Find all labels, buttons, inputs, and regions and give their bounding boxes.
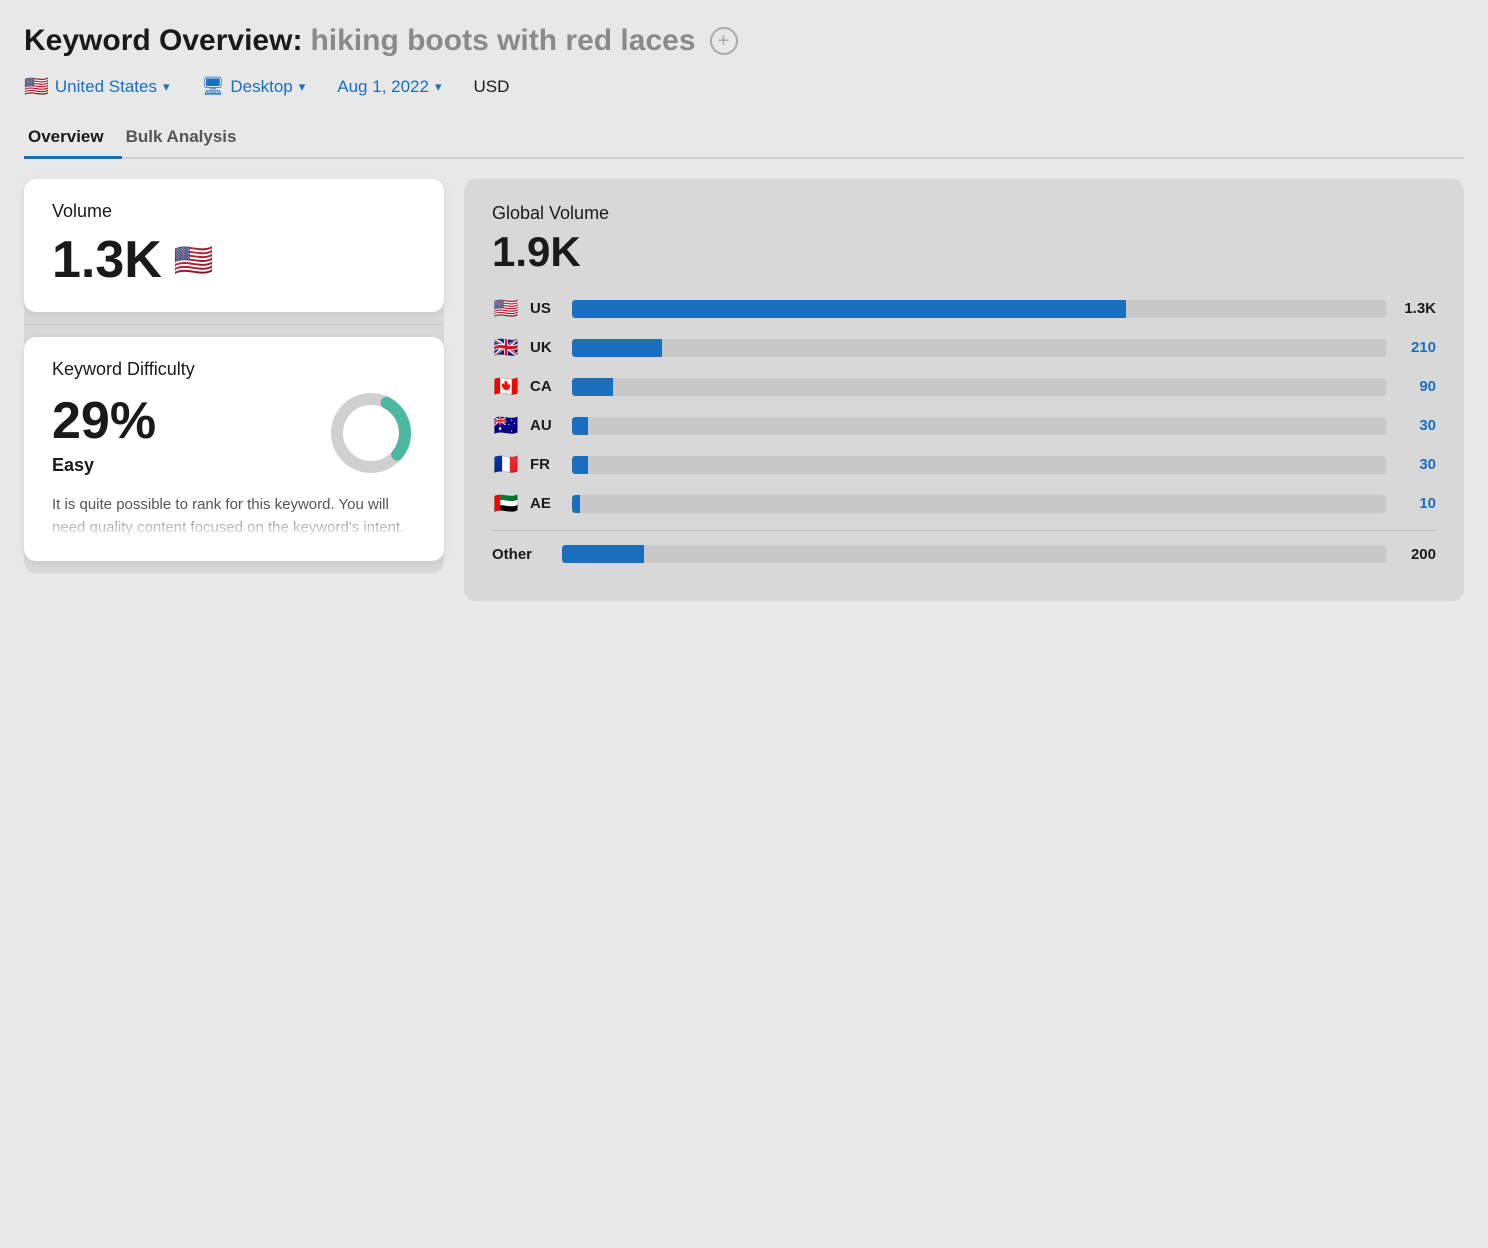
country-rows-container: 🇺🇸 US 1.3K 🇬🇧 UK 210 🇨🇦 CA 90 🇦🇺 AU — [492, 296, 1436, 516]
bar-container-ca — [572, 378, 1386, 396]
bar-fill-fr — [572, 456, 588, 474]
other-bar — [562, 545, 1386, 563]
bar-container-au — [572, 417, 1386, 435]
volume-value: 1.3K 🇺🇸 — [52, 230, 416, 290]
country-value-fr: 30 — [1396, 456, 1436, 473]
country-flag-ae: 🇦🇪 — [492, 491, 520, 516]
tab-overview[interactable]: Overview — [24, 119, 122, 157]
kd-description: It is quite possible to rank for this ke… — [52, 494, 416, 539]
country-row: 🇺🇸 US 1.3K — [492, 296, 1436, 321]
kd-donut-chart — [326, 388, 416, 478]
global-volume-value: 1.9K — [492, 228, 1436, 276]
header: Keyword Overview: hiking boots with red … — [24, 24, 1464, 58]
tab-bulk-analysis[interactable]: Bulk Analysis — [122, 119, 255, 157]
date-filter[interactable]: Aug 1, 2022 ▾ — [337, 77, 441, 97]
country-flag-fr: 🇫🇷 — [492, 452, 520, 477]
kd-card-label: Keyword Difficulty — [52, 359, 416, 380]
date-chevron-icon: ▾ — [435, 79, 442, 95]
page-wrapper: Keyword Overview: hiking boots with red … — [24, 24, 1464, 601]
country-code-fr: FR — [530, 456, 562, 473]
add-keyword-icon[interactable]: + — [710, 27, 738, 55]
device-label: Desktop — [230, 77, 292, 97]
cards-divider — [24, 324, 444, 325]
volume-card: Volume 1.3K 🇺🇸 — [24, 179, 444, 312]
date-label: Aug 1, 2022 — [337, 77, 429, 97]
currency-label: USD — [474, 77, 510, 97]
bar-container-us — [572, 300, 1386, 318]
country-chevron-icon: ▾ — [163, 79, 170, 95]
other-bar-fill — [562, 545, 644, 563]
bar-fill-au — [572, 417, 588, 435]
country-flag-us: 🇺🇸 — [492, 296, 520, 321]
device-filter[interactable]: 🖥 Desktop ▾ — [202, 76, 306, 97]
bar-container-uk — [572, 339, 1386, 357]
country-code-au: AU — [530, 417, 562, 434]
country-value-au: 30 — [1396, 417, 1436, 434]
device-chevron-icon: ▾ — [299, 79, 306, 95]
other-divider — [492, 530, 1436, 531]
country-value-uk: 210 — [1396, 339, 1436, 356]
kd-percentage: 29% — [52, 391, 306, 451]
other-value: 200 — [1396, 546, 1436, 563]
country-row: 🇨🇦 CA 90 — [492, 374, 1436, 399]
country-row: 🇦🇺 AU 30 — [492, 413, 1436, 438]
bar-container-ae — [572, 495, 1386, 513]
other-label: Other — [492, 546, 552, 563]
country-label: United States — [55, 77, 157, 97]
currency-display: USD — [474, 77, 510, 97]
country-row: 🇦🇪 AE 10 — [492, 491, 1436, 516]
country-value-us: 1.3K — [1396, 300, 1436, 317]
other-row: Other 200 — [492, 545, 1436, 563]
country-flag: 🇺🇸 — [24, 74, 49, 99]
bar-fill-uk — [572, 339, 662, 357]
global-volume-label: Global Volume — [492, 203, 1436, 224]
volume-flag: 🇺🇸 — [174, 241, 214, 279]
bar-fill-ae — [572, 495, 580, 513]
country-flag-uk: 🇬🇧 — [492, 335, 520, 360]
global-volume-card: Global Volume 1.9K 🇺🇸 US 1.3K 🇬🇧 UK 210 … — [464, 179, 1464, 601]
kd-main-row: 29% Easy — [52, 388, 416, 478]
page-title-bold: Keyword Overview: — [24, 24, 302, 58]
monitor-icon: 🖥 — [202, 76, 225, 97]
country-code-uk: UK — [530, 339, 562, 356]
volume-number: 1.3K — [52, 230, 162, 290]
country-code-ae: AE — [530, 495, 562, 512]
country-filter[interactable]: 🇺🇸 United States ▾ — [24, 74, 170, 99]
page-title-keyword: hiking boots with red laces — [310, 24, 695, 58]
kd-difficulty-level: Easy — [52, 455, 306, 476]
country-flag-ca: 🇨🇦 — [492, 374, 520, 399]
country-value-ae: 10 — [1396, 495, 1436, 512]
filters-row: 🇺🇸 United States ▾ 🖥 Desktop ▾ Aug 1, 20… — [24, 74, 1464, 99]
country-code-ca: CA — [530, 378, 562, 395]
kd-left: 29% Easy — [52, 391, 306, 476]
bar-container-fr — [572, 456, 1386, 474]
left-column: Volume 1.3K 🇺🇸 Keyword Difficulty 29% Ea… — [24, 179, 444, 573]
main-content: Volume 1.3K 🇺🇸 Keyword Difficulty 29% Ea… — [24, 179, 1464, 601]
tabs-row: Overview Bulk Analysis — [24, 119, 1464, 159]
country-value-ca: 90 — [1396, 378, 1436, 395]
country-code-us: US — [530, 300, 562, 317]
country-row: 🇫🇷 FR 30 — [492, 452, 1436, 477]
bar-fill-us — [572, 300, 1126, 318]
country-flag-au: 🇦🇺 — [492, 413, 520, 438]
bar-fill-ca — [572, 378, 613, 396]
kd-card: Keyword Difficulty 29% Easy — [24, 337, 444, 561]
country-row: 🇬🇧 UK 210 — [492, 335, 1436, 360]
volume-card-label: Volume — [52, 201, 416, 222]
